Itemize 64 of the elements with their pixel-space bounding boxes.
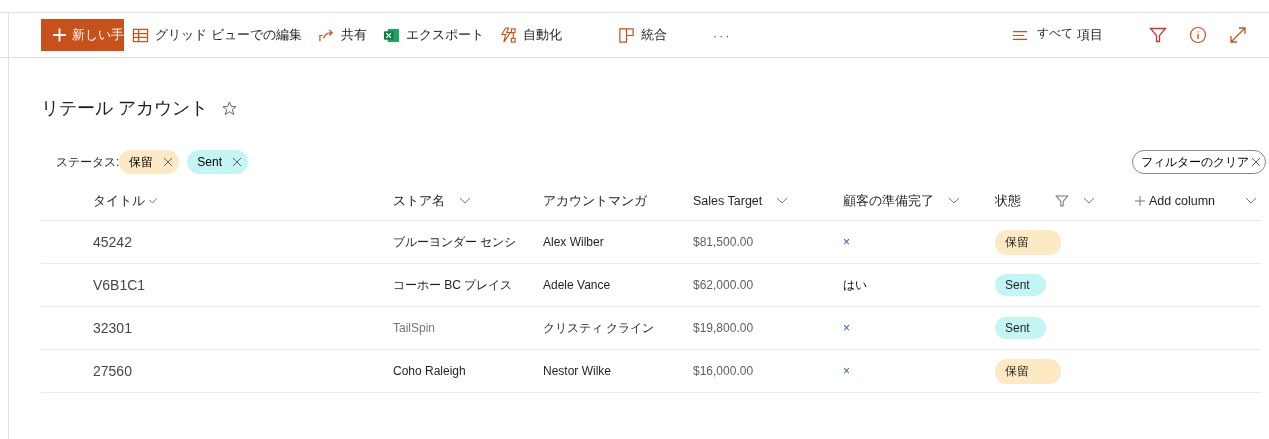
view-selector[interactable]: すべて 項目: [1006, 25, 1109, 45]
plus-icon: [1135, 196, 1145, 206]
status-pill: 保留: [995, 229, 1061, 255]
toolbar-button[interactable]: グリッド ビューでの編集: [124, 26, 310, 44]
add-column-button[interactable]: Add column: [1149, 194, 1215, 208]
table-cell: Nestor Wilke: [543, 350, 693, 393]
column-header[interactable]: 顧客の準備完了: [843, 192, 934, 210]
table-cell: $62,000.00: [693, 264, 843, 307]
column-header[interactable]: Sales Target: [693, 194, 763, 208]
cross-mark: ×: [843, 364, 850, 378]
sort-icon[interactable]: [149, 198, 157, 204]
filter-chip[interactable]: 保留: [119, 150, 180, 174]
table-cell: TailSpin: [393, 307, 543, 350]
table-cell: Alex Wilber: [543, 221, 693, 264]
table-cell: $81,500.00: [693, 221, 843, 264]
table-cell: V6B1C1: [93, 264, 393, 307]
cross-mark: ×: [843, 321, 850, 335]
table-cell: コーホー BC プレイス: [393, 264, 543, 307]
toolbar-button[interactable]: 自動化: [491, 26, 570, 44]
chevron-down-icon[interactable]: [459, 197, 471, 205]
table-cell: ブルーヨンダー センシ: [393, 221, 543, 264]
toolbar-button[interactable]: 統合: [609, 26, 675, 44]
table-cell: Coho Raleigh: [393, 350, 543, 393]
plus-icon: [53, 28, 66, 42]
table-cell: 45242: [93, 221, 393, 264]
cross-mark: ×: [843, 235, 850, 249]
table-cell: 27560: [93, 350, 393, 393]
chevron-down-icon[interactable]: [1245, 197, 1257, 205]
table-cell: クリスティ クライン: [543, 307, 693, 350]
excel-icon: [382, 26, 400, 44]
star-icon[interactable]: [222, 100, 237, 116]
chevron-down-icon[interactable]: [948, 197, 960, 205]
grid-icon: [132, 26, 149, 44]
column-header[interactable]: 状態: [995, 192, 1021, 210]
filter-label: ステータス:: [56, 153, 120, 171]
table-cell: Adele Vance: [543, 264, 693, 307]
status-pill: Sent: [995, 274, 1046, 296]
info-icon[interactable]: [1189, 26, 1207, 44]
status-pill: Sent: [995, 317, 1046, 339]
chevron-down-icon[interactable]: [1083, 197, 1095, 205]
close-icon[interactable]: [163, 157, 174, 167]
layout-icon: [617, 26, 635, 44]
toolbar-button[interactable]: エクスポート: [374, 26, 492, 44]
clear-filters-button[interactable]: フィルターのクリア: [1132, 150, 1266, 174]
column-header[interactable]: ストア名: [393, 192, 445, 210]
table-cell: $19,800.00: [693, 307, 843, 350]
table-cell: はい: [843, 276, 867, 294]
more-button[interactable]: ···: [704, 27, 740, 43]
chevron-down-icon[interactable]: [776, 197, 789, 205]
column-header[interactable]: タイトル: [93, 192, 145, 210]
table-cell: 32301: [93, 307, 393, 350]
column-header: アカウントマンガ: [543, 192, 647, 210]
flow-icon: [499, 26, 517, 44]
expand-icon[interactable]: [1229, 26, 1247, 44]
filter-icon[interactable]: [1055, 194, 1069, 208]
list-title: リテール アカウント: [41, 97, 208, 120]
status-pill: 保留: [995, 358, 1061, 384]
close-icon[interactable]: [232, 157, 243, 167]
table-cell: $16,000.00: [693, 350, 843, 393]
close-icon: [1251, 157, 1261, 167]
filter-chip[interactable]: Sent: [187, 150, 249, 174]
filter-icon[interactable]: [1149, 26, 1167, 44]
new-button[interactable]: 新しい手: [41, 19, 124, 51]
toolbar-button[interactable]: 共有: [309, 26, 375, 44]
